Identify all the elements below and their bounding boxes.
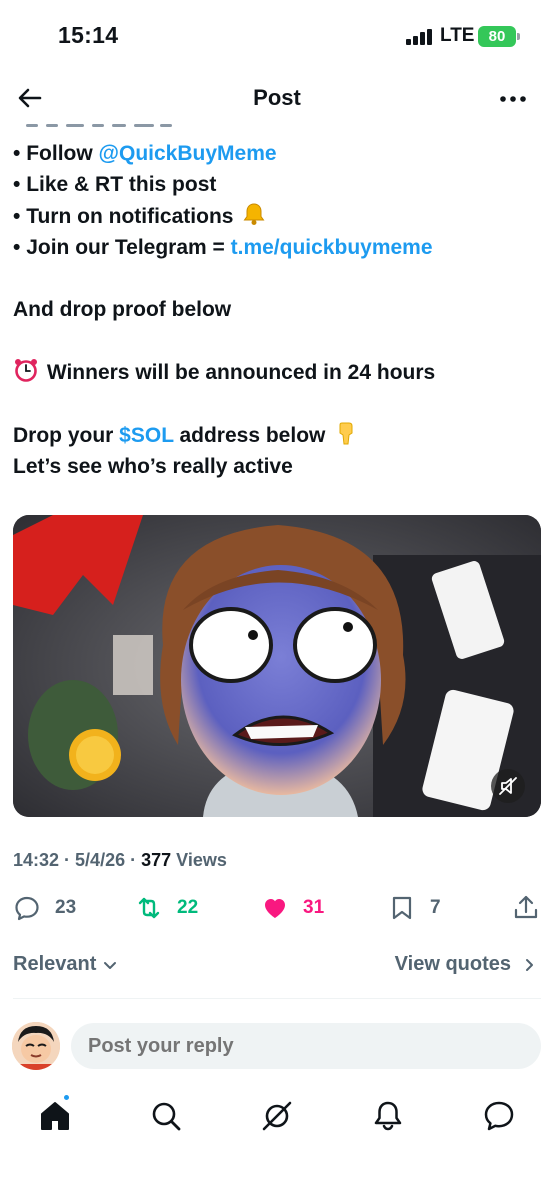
post-line-text: Join our Telegram = xyxy=(26,235,231,259)
share-icon xyxy=(514,895,538,919)
messages-icon xyxy=(484,1101,514,1131)
post-date: 5/4/26 xyxy=(75,850,126,870)
views-count[interactable]: 377 xyxy=(141,850,171,870)
post-video[interactable] xyxy=(13,515,541,817)
more-button[interactable] xyxy=(496,84,530,114)
reply-count: 23 xyxy=(55,897,77,918)
page-title: Post xyxy=(253,85,301,110)
reply-input[interactable] xyxy=(71,1023,541,1069)
repost-count: 22 xyxy=(177,897,199,918)
notifications-icon xyxy=(374,1101,402,1131)
post-line: • Turn on notifications xyxy=(13,201,541,232)
status-time: 15:14 xyxy=(58,22,119,48)
bullet: • xyxy=(13,173,21,197)
post-meta: 14:32 · 5/4/26 · 377 Views xyxy=(13,850,227,871)
chevron-right-icon xyxy=(526,958,533,971)
repost-button[interactable]: 22 xyxy=(135,888,198,928)
post-line-text: Like & RT this post xyxy=(26,173,217,197)
views-label: Views xyxy=(171,850,227,870)
home-unread-dot xyxy=(62,1093,71,1102)
mute-toggle-button[interactable] xyxy=(491,769,525,803)
bullet: • xyxy=(13,235,21,259)
nav-search[interactable] xyxy=(148,1098,184,1134)
mention-link[interactable]: @QuickBuyMeme xyxy=(99,142,277,165)
post-line-text: Winners will be announced in 24 hours xyxy=(41,361,436,385)
bell-emoji-icon xyxy=(243,203,265,225)
post-line: Winners will be announced in 24 hours xyxy=(13,357,541,388)
post-line: • Join our Telegram = t.me/quickbuymeme xyxy=(13,232,541,263)
replies-bar: Relevant View quotes xyxy=(0,948,554,982)
reply-icon xyxy=(15,896,39,921)
bottom-nav xyxy=(0,1088,554,1148)
bullet: • xyxy=(13,142,21,165)
sort-replies-dropdown[interactable]: Relevant xyxy=(13,953,118,976)
bookmark-count: 7 xyxy=(430,897,441,918)
cashtag-link[interactable]: $SOL xyxy=(119,424,173,447)
bullet: • xyxy=(13,204,21,228)
nav-messages[interactable] xyxy=(481,1098,517,1134)
post-text: • Follow @QuickBuyMeme • Like & RT this … xyxy=(13,138,541,482)
nav-notifications[interactable] xyxy=(370,1098,406,1134)
bookmark-button[interactable]: 7 xyxy=(388,888,441,928)
grok-icon xyxy=(262,1101,292,1131)
post-line-text: Turn on notifications xyxy=(26,204,240,228)
alarm-clock-emoji-icon xyxy=(15,359,37,382)
bookmark-icon xyxy=(392,896,412,920)
reply-button[interactable]: 23 xyxy=(13,888,76,928)
post-line-text: And drop proof below xyxy=(13,298,232,322)
post-line: And drop proof below xyxy=(13,294,541,325)
truncated-text-edge xyxy=(26,124,176,130)
meta-separator: · xyxy=(59,850,76,870)
nav-home[interactable] xyxy=(37,1098,73,1134)
status-bar: 15:14 LTE 80 xyxy=(0,0,554,72)
nav-grok[interactable] xyxy=(259,1098,295,1134)
user-avatar-icon xyxy=(12,1022,60,1070)
avatar[interactable] xyxy=(12,1022,60,1070)
signal-strength-icon xyxy=(406,29,434,45)
view-quotes-label: View quotes xyxy=(394,953,511,975)
post-time: 14:32 xyxy=(13,850,60,870)
sort-label: Relevant xyxy=(13,953,97,975)
post-line: Let’s see who’s really active xyxy=(13,451,541,482)
meta-separator: · xyxy=(125,850,142,870)
pointing-down-emoji-icon xyxy=(339,422,353,445)
more-horizontal-icon xyxy=(500,96,526,102)
battery-tip xyxy=(517,33,520,40)
post-line: • Like & RT this post xyxy=(13,169,541,200)
heart-filled-icon xyxy=(265,899,285,918)
network-type: LTE xyxy=(440,25,475,46)
muted-speaker-icon xyxy=(499,777,517,795)
reply-composer xyxy=(0,1016,554,1076)
telegram-link[interactable]: t.me/quickbuymeme xyxy=(231,236,433,259)
post-line-text: Drop your xyxy=(13,423,120,447)
post-line: • Follow @QuickBuyMeme xyxy=(13,138,541,169)
post-line-text: Let’s see who’s really active xyxy=(13,454,293,478)
post-line-text: Follow xyxy=(26,142,99,165)
cartoon-shocked-face-video xyxy=(13,515,541,817)
share-button[interactable] xyxy=(512,888,540,928)
battery-icon: 80 xyxy=(478,26,516,47)
search-icon xyxy=(152,1102,181,1131)
view-quotes-link[interactable]: View quotes xyxy=(395,953,537,976)
top-nav: Post xyxy=(0,72,554,126)
repost-icon xyxy=(138,897,160,919)
like-button[interactable]: 31 xyxy=(261,888,324,928)
like-count: 31 xyxy=(303,897,325,918)
home-icon xyxy=(41,1102,69,1130)
post-actions: 23 22 31 7 xyxy=(0,888,554,928)
post-line-text: address below xyxy=(173,423,332,447)
chevron-down-icon xyxy=(104,961,117,969)
divider xyxy=(13,998,541,999)
post-line: Drop your $SOL address below xyxy=(13,420,541,451)
